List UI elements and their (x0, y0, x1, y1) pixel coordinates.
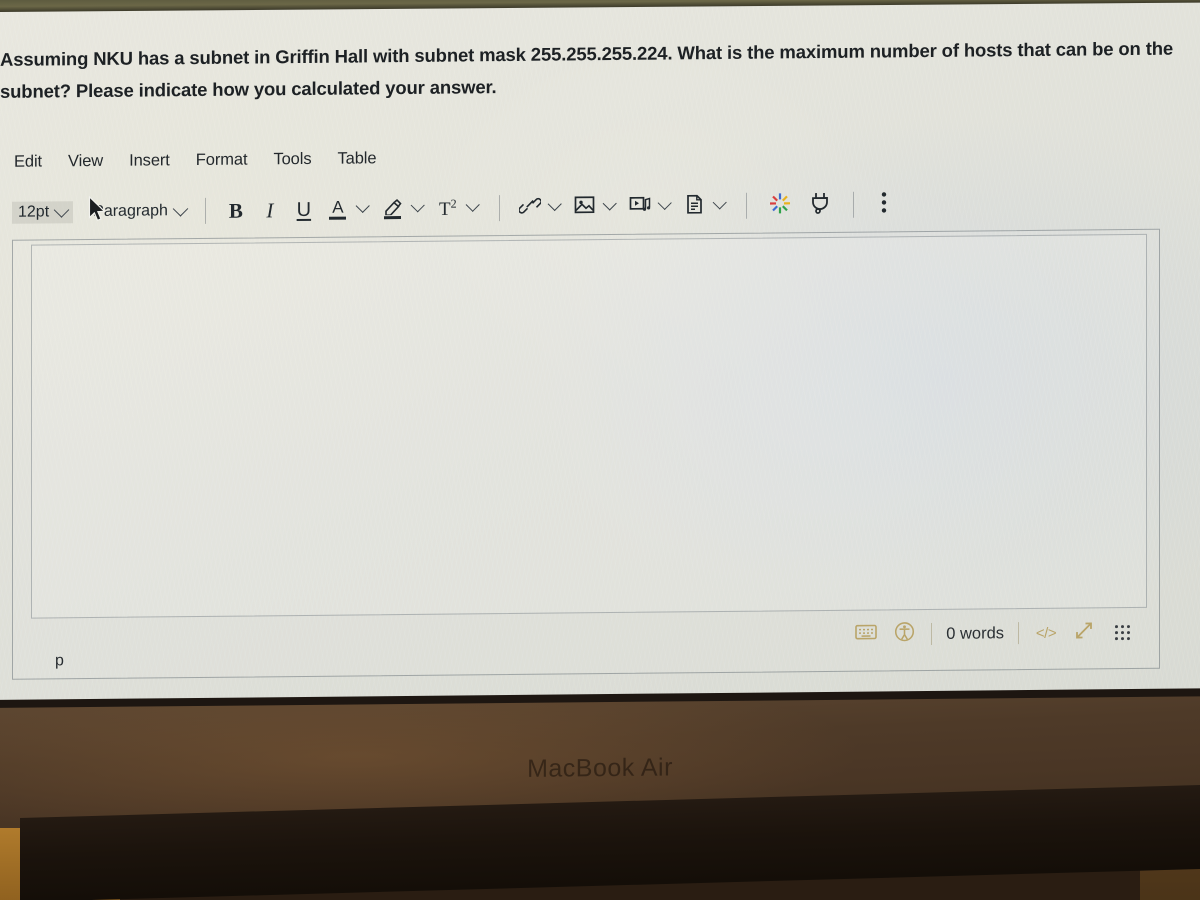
photograph-of-laptop-screen: Assuming NKU has a subnet in Griffin Hal… (0, 0, 1200, 900)
word-count: 0 words (946, 623, 1004, 643)
text-color-button[interactable]: A (321, 194, 355, 224)
fullscreen-button[interactable] (1065, 617, 1103, 647)
plug-icon (809, 190, 831, 219)
document-button[interactable] (678, 191, 712, 221)
keyboard-shortcuts-button[interactable] (847, 619, 885, 649)
italic-label: I (266, 197, 274, 222)
superscript-subscript-button[interactable]: T2 (431, 193, 465, 223)
menu-insert[interactable]: Insert (129, 151, 170, 170)
menu-format[interactable]: Format (196, 151, 248, 170)
resize-handle[interactable] (1103, 617, 1141, 647)
text-color-swatch (329, 216, 347, 220)
html-editor-label: </> (1035, 624, 1057, 642)
toolbar-group-formatting: B I U A T2 (219, 193, 486, 226)
apps-sparkle-icon (768, 191, 792, 220)
link-button[interactable] (513, 193, 547, 223)
kebab-menu-icon (881, 191, 887, 218)
chevron-down-icon (172, 200, 189, 217)
html-editor-button[interactable]: </> (1027, 618, 1065, 648)
element-path[interactable]: p (55, 652, 64, 670)
editor-toolbar: 12pt Paragraph B I U A T2 (12, 187, 901, 230)
media-icon (629, 195, 651, 219)
laptop-screen: Assuming NKU has a subnet in Griffin Hal… (0, 0, 1200, 709)
chevron-down-icon[interactable] (547, 196, 562, 212)
media-button[interactable] (623, 192, 657, 222)
chevron-down-icon[interactable] (465, 197, 480, 212)
overflow-menu-button[interactable] (867, 189, 901, 219)
toolbar-group-apps (760, 190, 840, 221)
document-icon (685, 194, 704, 219)
text-color-icon: A (329, 197, 347, 220)
menu-table[interactable]: Table (337, 149, 376, 168)
menu-edit[interactable]: Edit (14, 153, 42, 172)
bold-button[interactable]: B (219, 195, 253, 225)
accessibility-checker-icon (894, 621, 915, 647)
block-format-dropdown[interactable]: Paragraph (87, 200, 192, 223)
toolbar-separator (498, 195, 500, 222)
editor-status-bar: p 0 words </> (13, 609, 1159, 678)
plugin-button[interactable] (800, 190, 840, 220)
italic-button[interactable]: I (253, 195, 287, 225)
underline-label: U (296, 198, 312, 221)
highlighter-pen-icon (383, 198, 403, 220)
rich-content-editor: p 0 words </> (12, 228, 1160, 680)
status-separator (1018, 622, 1019, 645)
highlight-color-swatch (384, 215, 402, 220)
menu-tools[interactable]: Tools (273, 150, 311, 169)
bold-label: B (228, 198, 243, 223)
apps-button[interactable] (760, 190, 800, 220)
menu-view[interactable]: View (68, 152, 103, 171)
toolbar-group-insert (513, 191, 733, 223)
toolbar-separator (204, 197, 206, 224)
chevron-down-icon[interactable] (657, 195, 672, 211)
macbook-brand-label: MacBook Air (527, 753, 673, 783)
chevron-down-icon[interactable] (602, 196, 617, 211)
toolbar-group-text-style: 12pt Paragraph (12, 200, 192, 224)
block-format-value: Paragraph (93, 202, 168, 221)
superscript-label: T2 (439, 196, 457, 220)
keyboard-icon (855, 623, 878, 645)
font-size-dropdown[interactable]: 12pt (12, 201, 74, 224)
resize-grip-icon (1114, 624, 1130, 640)
accessibility-checker-button[interactable] (885, 619, 923, 649)
highlight-color-button[interactable] (376, 194, 410, 224)
link-icon (518, 196, 542, 219)
editor-menubar: Edit View Insert Format Tools Table (14, 149, 376, 171)
font-size-value: 12pt (18, 203, 50, 221)
question-prompt-text: Assuming NKU has a subnet in Griffin Hal… (0, 37, 1173, 102)
image-icon (574, 195, 595, 219)
chevron-down-icon[interactable] (712, 195, 727, 210)
text-color-label: A (332, 197, 344, 217)
chevron-down-icon[interactable] (355, 198, 370, 213)
expand-arrows-icon (1073, 619, 1095, 646)
chevron-down-icon (53, 201, 70, 218)
image-button[interactable] (568, 192, 602, 222)
toolbar-separator (745, 192, 747, 219)
status-separator (931, 622, 933, 645)
editor-text-area[interactable] (31, 233, 1147, 619)
chevron-down-icon[interactable] (410, 198, 425, 213)
status-bar-controls: 0 words </> (847, 617, 1141, 650)
underline-button[interactable]: U (287, 195, 321, 225)
toolbar-separator (852, 191, 854, 218)
